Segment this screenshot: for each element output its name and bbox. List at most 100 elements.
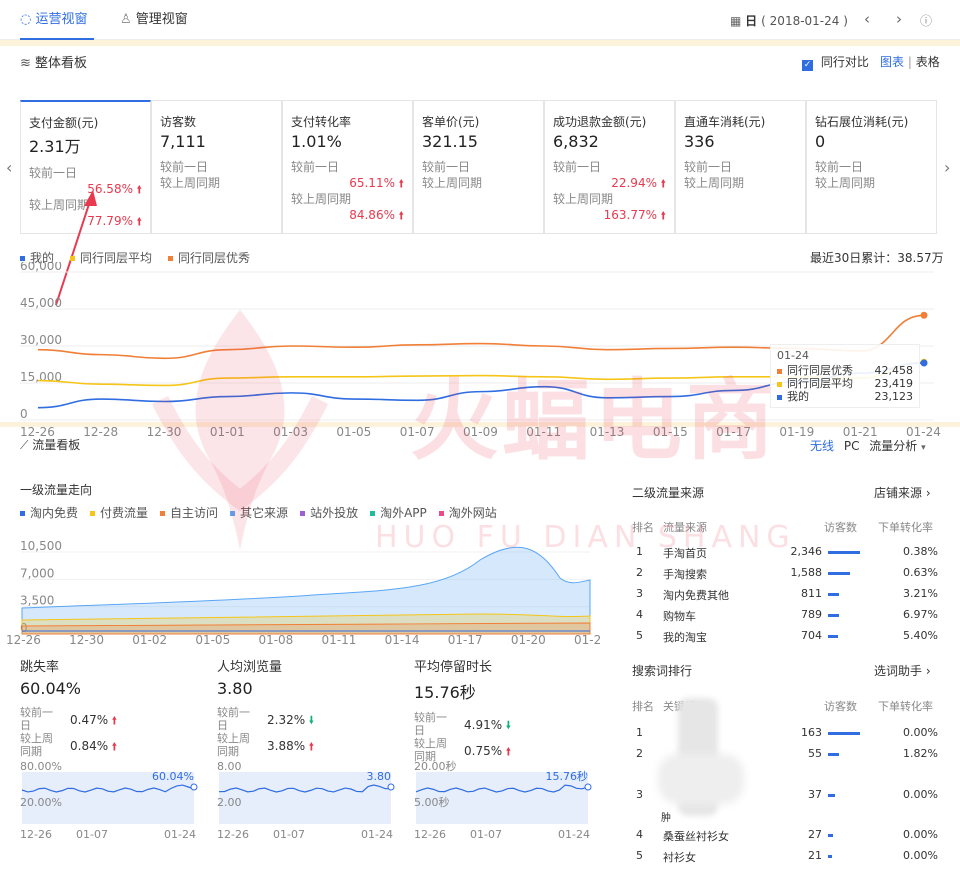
row-name: 手淘搜索	[663, 568, 707, 581]
mini-title: 平均停留时长	[414, 660, 493, 675]
legend-dot	[90, 511, 96, 516]
tooltip-rows: 同行同层优秀 42,458 同行同层平均 23,419 我的 23,123	[777, 364, 913, 403]
row-bar	[828, 572, 850, 575]
x-tick-label: 01-14	[385, 633, 420, 647]
watermark-cn: 火蝠电商	[410, 369, 779, 472]
row-name: 桑蚕丝衬衫女	[663, 830, 729, 843]
row-bar	[828, 635, 838, 638]
y-tick-label: 30,000	[20, 333, 62, 347]
traffic-header: ⟋ 流量看板	[20, 438, 81, 452]
mini-compare: 较前一日 0.47% 🠙	[20, 706, 118, 732]
y-tick-label: 10,500	[20, 539, 62, 553]
x-tick-label: 01-20	[511, 633, 546, 647]
table-row[interactable]: 4 购物车 789 6.97%	[632, 608, 940, 626]
sparkline-area	[219, 772, 391, 824]
mini-compare-value: 0.47% 🠙	[70, 713, 118, 727]
keyword-fragment: 肿	[661, 813, 671, 824]
mini-value: 3.80	[217, 679, 253, 698]
mini-compare-value: 0.84% 🠙	[70, 739, 118, 753]
table-header: 访客数	[824, 700, 857, 713]
table-row[interactable]: 5 衬衫女 21 0.00%	[632, 849, 940, 867]
chevron-right-icon: ›	[925, 486, 931, 500]
chevron-right-icon: ›	[925, 664, 931, 678]
y-tick-label: 45,000	[20, 296, 62, 310]
y-tick-label: 7,000	[20, 566, 54, 580]
x-tick-label: 01-24	[361, 828, 393, 840]
mini-metric: 人均浏览量 3.80 较前一日 2.32% 🠛 较上周 同期 3.88% 🠙 8.00 2.00…	[217, 656, 397, 846]
sparkline-last-value: 3.80	[367, 770, 392, 783]
row-visitors: 811	[801, 587, 822, 600]
mini-compare-value: 3.88% 🠙	[267, 739, 315, 753]
sparkline-end-point	[190, 783, 198, 791]
arrow-down-icon: 🠛	[502, 719, 512, 732]
table-row[interactable]: 4 桑蚕丝衬衫女 27 0.00%	[632, 828, 940, 846]
chart-tooltip: 01-24 同行同层优秀 42,458 同行同层平均 23,419 我的 23,123	[770, 344, 920, 408]
arrow-down-icon: 🠛	[305, 714, 315, 727]
row-bar	[828, 732, 860, 735]
x-tick-label: 12-30	[69, 633, 104, 647]
row-rank: 2	[636, 747, 643, 760]
legend-dot	[70, 256, 76, 261]
table-header: 下单转化率	[878, 521, 933, 534]
mini-compare-value: 4.91% 🠛	[464, 718, 512, 732]
x-tick-label: 01-07	[76, 828, 108, 840]
legend-item[interactable]: 淘内免费	[20, 506, 78, 520]
row-rate: 0.63%	[903, 566, 938, 579]
row-rate: 0.38%	[903, 545, 938, 558]
row-rank: 3	[636, 788, 643, 801]
row-name: 购物车	[663, 610, 696, 623]
sparkline-end-point	[387, 783, 395, 791]
sparkline-ymin: 5.00秒	[414, 795, 450, 809]
tooltip-row: 同行同层优秀 42,458	[777, 364, 913, 377]
table-row[interactable]: 5 我的淘宝 704 5.40%	[632, 629, 940, 647]
mini-sparkline: 20.00秒 5.00秒 15.76秒 12-26 01-07 01-24	[414, 760, 592, 840]
legend-dot	[438, 511, 444, 516]
legend-dot	[20, 511, 25, 516]
x-tick-label: 01-05	[336, 425, 371, 439]
row-rank: 1	[636, 726, 643, 739]
arrow-up-icon: 🠙	[108, 714, 118, 727]
mini-title: 人均浏览量	[217, 660, 283, 675]
redacted-keywords	[650, 698, 745, 816]
table-header: 下单转化率	[878, 700, 933, 713]
watermark-en: HUO FU DIAN SHANG	[375, 520, 796, 555]
row-bar	[828, 834, 834, 837]
legend-dot	[20, 256, 25, 261]
store-source-link[interactable]: 店铺来源 ›	[874, 484, 931, 501]
mini-compare: 较前一日 4.91% 🠛	[414, 711, 512, 737]
keyword-helper-link[interactable]: 选词助手 ›	[874, 662, 931, 679]
tab-wireless[interactable]: 无线	[810, 439, 834, 453]
legend-item[interactable]: 淘外APP	[370, 506, 427, 520]
row-visitors: 163	[801, 726, 822, 739]
mini-metric: 跳失率 60.04% 较前一日 0.47% 🠙 较上周 同期 0.84% 🠙 80.00% 20…	[20, 656, 200, 846]
mini-compare: 较上周 同期 0.84% 🠙	[20, 732, 118, 758]
row-rank: 5	[636, 629, 643, 642]
row-bar	[828, 614, 839, 617]
mini-sparkline: 8.00 2.00 3.80 12-26 01-07 01-24	[217, 760, 395, 840]
x-tick-label: 01-02	[132, 633, 167, 647]
legend-dot	[168, 256, 174, 261]
row-bar	[828, 855, 833, 858]
row-name: 淘内免费其他	[663, 589, 729, 602]
x-tick-label: 01-05	[195, 633, 230, 647]
x-tick-label: 12-26	[217, 828, 249, 840]
table-row[interactable]: 3 淘内免费其他 811 3.21%	[632, 587, 940, 605]
x-tick-label: 01-07	[273, 828, 305, 840]
row-name: 我的淘宝	[663, 631, 707, 644]
chevron-down-icon[interactable]: ▾	[921, 443, 926, 453]
row-rank: 5	[636, 849, 643, 862]
mini-value: 60.04%	[20, 679, 82, 698]
row-bar	[828, 593, 840, 596]
row-rank: 4	[636, 828, 643, 841]
tab-pc[interactable]: PC	[844, 439, 860, 453]
table-row[interactable]: 2 手淘搜索 1,588 0.63%	[632, 566, 940, 584]
arrow-up-icon: 🠙	[502, 745, 512, 758]
legend-item[interactable]: 淘外网站	[438, 506, 497, 520]
device-tabs: 无线 PC 流量分析 ▾	[810, 437, 926, 454]
y-tick-label: 0	[20, 407, 28, 421]
sparkline-ymin: 2.00	[217, 796, 242, 809]
tooltip-row: 我的 23,123	[777, 390, 913, 403]
x-tick-label: 01-07	[470, 828, 502, 840]
row-rate: 0.00%	[903, 726, 938, 739]
traffic-analysis-link[interactable]: 流量分析	[869, 439, 917, 453]
